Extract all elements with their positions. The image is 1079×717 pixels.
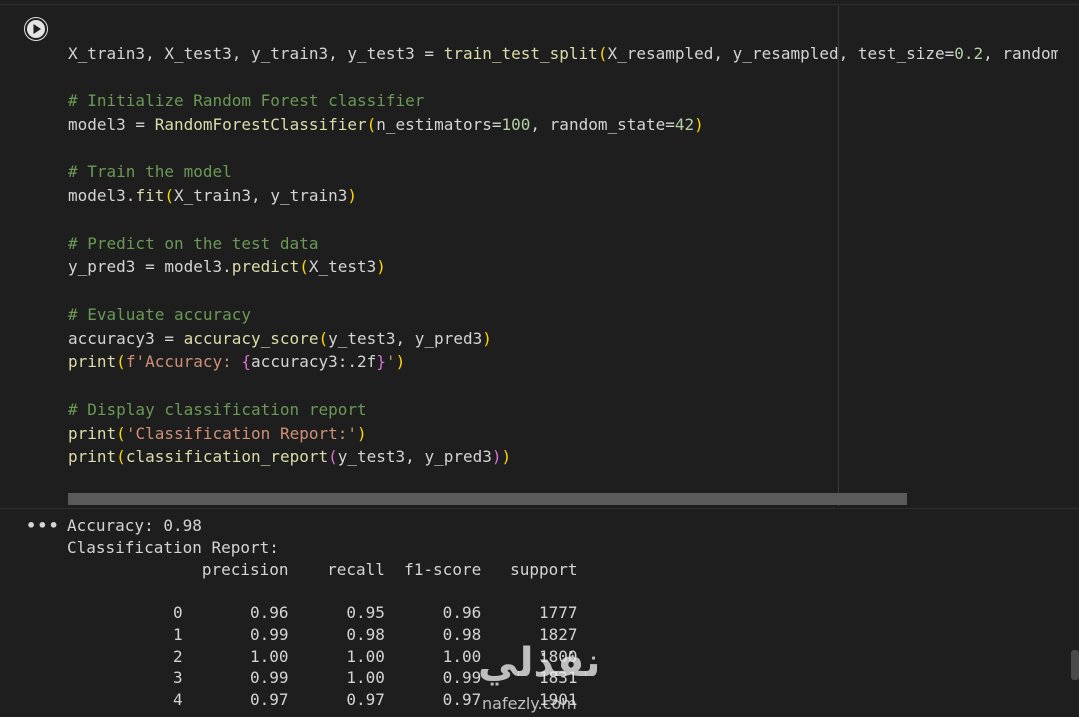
horizontal-scrollbar[interactable] bbox=[68, 493, 907, 505]
code-line-print-report: print(classification_report(y_test3, y_p… bbox=[68, 447, 512, 466]
report-row: 1 0.99 0.98 0.98 1827 bbox=[67, 625, 578, 644]
report-row: 3 0.99 1.00 0.99 1831 bbox=[67, 668, 578, 687]
code-line-predict: y_pred3 = model3.predict(X_test3) bbox=[68, 257, 386, 276]
report-row: 2 1.00 1.00 1.00 1800 bbox=[67, 647, 578, 666]
code-line-accuracy: accuracy3 = accuracy_score(y_test3, y_pr… bbox=[68, 329, 492, 348]
code-line-print-accuracy: print(f'Accuracy: {accuracy3:.2f}') bbox=[68, 352, 406, 371]
code-comment: # Evaluate accuracy bbox=[68, 305, 252, 324]
output-divider bbox=[0, 508, 1079, 509]
output-report-header: precision recall f1-score support bbox=[67, 560, 578, 579]
output-accuracy: Accuracy: 0.98 bbox=[67, 516, 202, 535]
code-comment: # Train the model bbox=[68, 162, 232, 181]
output-report-title: Classification Report: bbox=[67, 538, 279, 557]
code-editor[interactable]: X_train3, X_test3, y_train3, y_test3 = t… bbox=[68, 42, 1058, 492]
code-comment: # Initialize Random Forest classifier bbox=[68, 91, 425, 110]
run-cell-button[interactable] bbox=[24, 17, 48, 41]
code-line-split: X_train3, X_test3, y_train3, y_test3 = t… bbox=[68, 44, 1058, 63]
code-line-model: model3 = RandomForestClassifier(n_estima… bbox=[68, 115, 704, 134]
cell-top-border bbox=[0, 4, 1079, 5]
code-line-print-title: print('Classification Report:') bbox=[68, 424, 367, 443]
code-line-fit: model3.fit(X_train3, y_train3) bbox=[68, 186, 358, 205]
report-row: 4 0.97 0.97 0.97 1901 bbox=[67, 690, 578, 709]
play-icon bbox=[25, 18, 47, 40]
code-comment: # Display classification report bbox=[68, 400, 367, 419]
code-comment: # Predict on the test data bbox=[68, 234, 319, 253]
vertical-scrollbar[interactable] bbox=[1071, 650, 1079, 680]
output-menu-button[interactable]: ••• bbox=[26, 516, 60, 535]
report-row: 0 0.96 0.95 0.96 1777 bbox=[67, 603, 578, 622]
